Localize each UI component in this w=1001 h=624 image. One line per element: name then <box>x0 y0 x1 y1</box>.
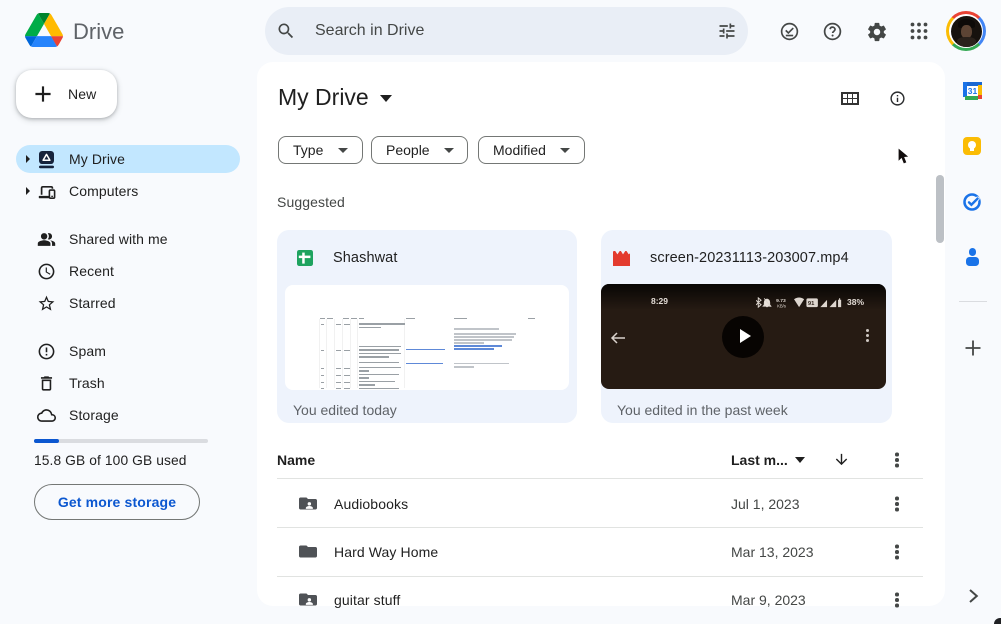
svg-text:KB/s: KB/s <box>777 303 786 308</box>
svg-text:91: 91 <box>808 301 815 307</box>
